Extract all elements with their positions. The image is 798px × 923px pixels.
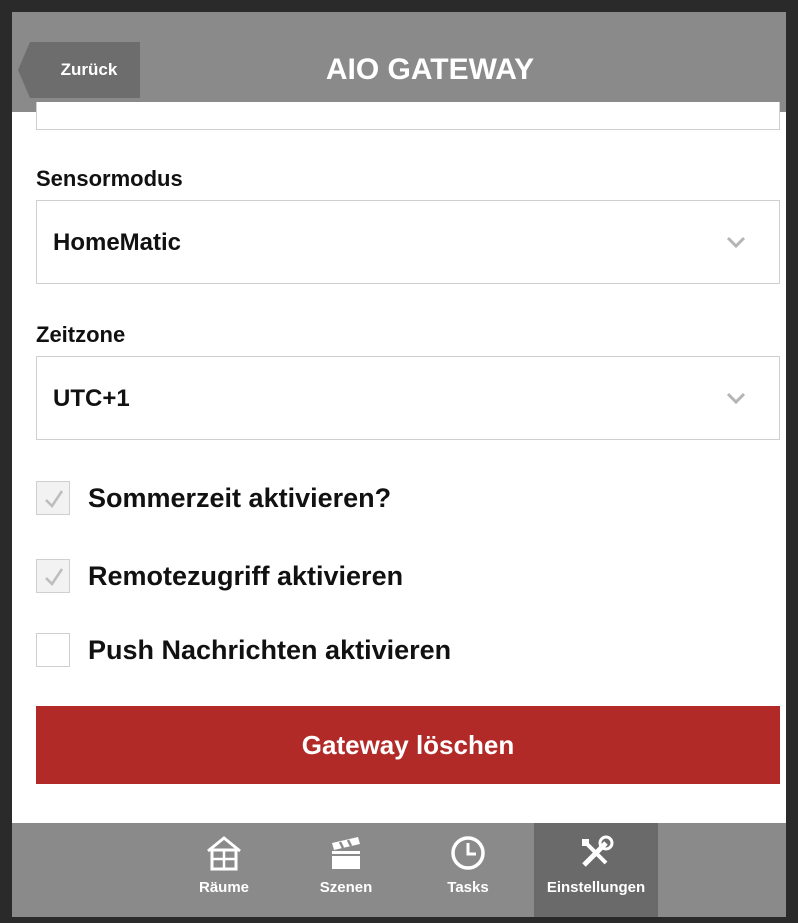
- house-icon: [207, 836, 241, 871]
- tab-szenen[interactable]: Szenen: [298, 823, 394, 917]
- app-frame: [0, 0, 798, 923]
- delete-gateway-label: Gateway löschen: [301, 729, 515, 760]
- option-summer-time[interactable]: Sommerzeit aktivieren?: [36, 478, 391, 518]
- delete-gateway-button[interactable]: Gateway löschen: [36, 706, 780, 784]
- page-title: AIO GATEWAY: [325, 53, 535, 86]
- tab-einstellungen-label: Einstellungen: [546, 879, 646, 896]
- remote-access-label: Remotezugriff aktivieren: [88, 560, 404, 591]
- push-notifications-checkbox[interactable]: [36, 633, 70, 667]
- sensor-mode-label: Sensormodus: [36, 166, 183, 191]
- clock-icon: [451, 836, 485, 870]
- tab-einstellungen[interactable]: Einstellungen: [534, 823, 658, 917]
- back-button-label: Zurück: [60, 60, 118, 79]
- back-button[interactable]: Zurück: [18, 42, 140, 98]
- timezone-label: Zeitzone: [36, 322, 126, 347]
- summer-time-label: Sommerzeit aktivieren?: [88, 482, 392, 513]
- remote-access-checkbox[interactable]: [36, 559, 70, 593]
- checkmark-icon: [45, 490, 64, 508]
- checkmark-icon: [45, 568, 64, 586]
- tab-tasks-label: Tasks: [447, 879, 489, 896]
- timezone-value: UTC+1: [53, 385, 130, 412]
- timezone-select[interactable]: UTC+1: [36, 356, 780, 440]
- sensor-mode-value: HomeMatic: [53, 229, 182, 256]
- chevron-down-icon: [726, 392, 746, 405]
- sensor-mode-select[interactable]: HomeMatic: [36, 200, 780, 284]
- previous-field-partial[interactable]: [36, 102, 780, 130]
- tools-icon: [582, 835, 614, 867]
- summer-time-checkbox[interactable]: [36, 481, 70, 515]
- push-notifications-label: Push Nachrichten aktivieren: [88, 634, 452, 665]
- bottom-tab-bar: Räume Szenen Tasks Einstellungen: [12, 823, 786, 917]
- chevron-down-icon: [726, 236, 746, 249]
- tab-raeume[interactable]: Räume: [176, 823, 272, 917]
- tab-raeume-label: Räume: [198, 879, 250, 896]
- tab-tasks[interactable]: Tasks: [420, 823, 516, 917]
- option-remote-access[interactable]: Remotezugriff aktivieren: [36, 556, 403, 596]
- option-push-notifications[interactable]: Push Nachrichten aktivieren: [36, 630, 451, 670]
- clapperboard-icon: [332, 837, 360, 869]
- tab-szenen-label: Szenen: [319, 879, 373, 896]
